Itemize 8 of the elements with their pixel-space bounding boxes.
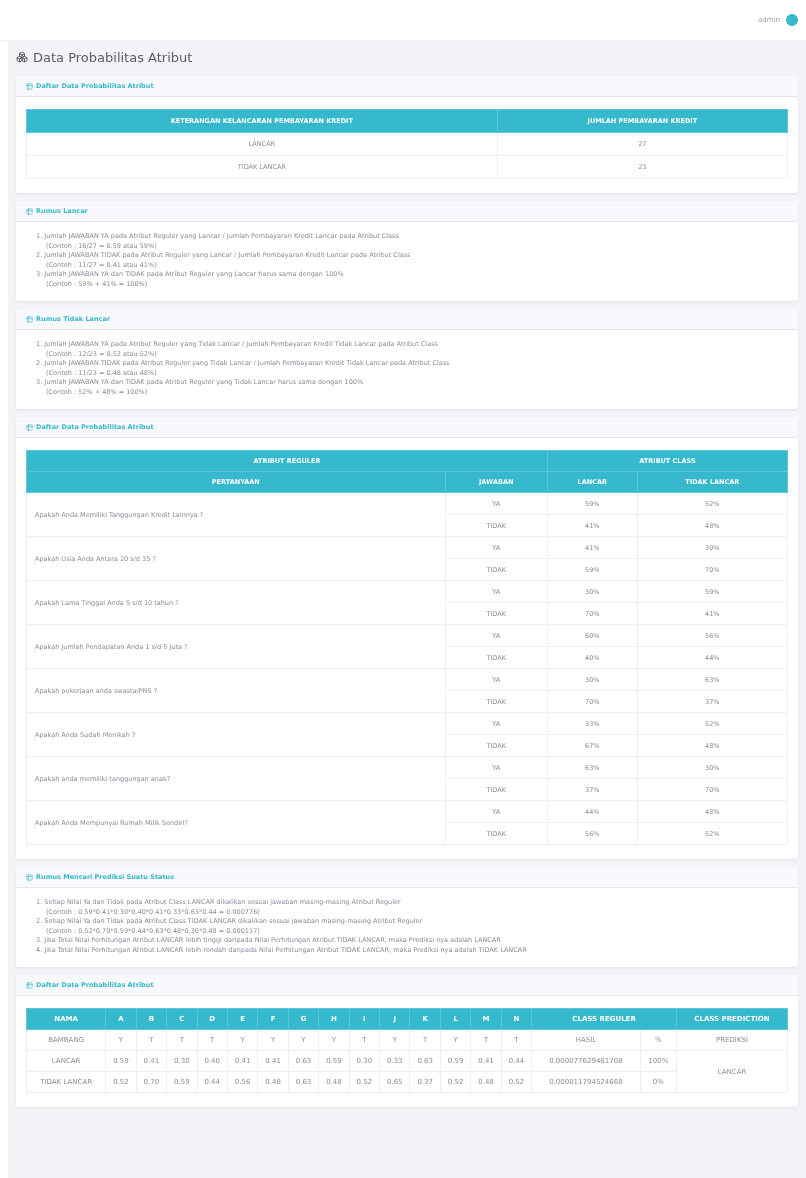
table-icon: [26, 207, 33, 215]
table-icon: [26, 82, 33, 90]
table-icon: [26, 873, 33, 881]
table-icon: [26, 981, 33, 989]
table-icon: [26, 315, 33, 323]
page-title: Data Probabilitas Atribut: [33, 49, 193, 65]
table-icon: [26, 423, 33, 431]
boxes-icon: [16, 51, 28, 63]
